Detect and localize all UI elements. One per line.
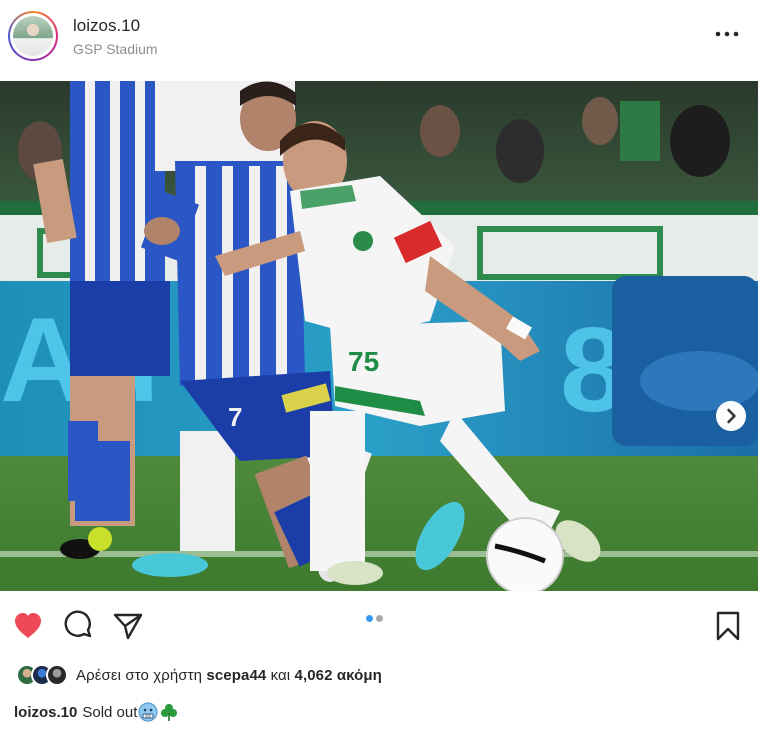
comment-icon[interactable] xyxy=(62,610,94,642)
post-header: loizos.10 GSP Stadium xyxy=(0,0,758,78)
post-location[interactable]: GSP Stadium xyxy=(73,41,158,57)
avatar[interactable] xyxy=(8,11,58,61)
liker-avatar xyxy=(46,664,68,686)
more-horizontal-icon[interactable] xyxy=(712,22,742,46)
cold-face-emoji-icon xyxy=(138,702,158,722)
carousel-indicator xyxy=(366,609,390,622)
football-match-photo: Au 8 7 xyxy=(0,81,758,591)
carousel-dot-active xyxy=(366,615,373,622)
post-username[interactable]: loizos.10 xyxy=(73,16,140,36)
likes-count[interactable]: 4,062 ακόμη xyxy=(295,667,382,684)
caption-username[interactable]: loizos.10 xyxy=(14,704,77,721)
svg-text:7: 7 xyxy=(228,402,242,432)
carousel-dot xyxy=(376,615,383,622)
likes-prefix: Αρέσει στο χρήστη xyxy=(76,666,203,684)
likes-text: Αρέσει στο χρήστη scepa44 και 4,062 ακόμ… xyxy=(76,667,382,684)
likes-connector: και xyxy=(270,666,291,684)
avatar-image xyxy=(13,16,53,56)
post-caption: loizos.10 Sold out xyxy=(14,702,179,722)
heart-filled-icon[interactable] xyxy=(12,610,44,642)
svg-text:75: 75 xyxy=(348,346,379,377)
likes-row[interactable]: Αρέσει στο χρήστη scepa44 και 4,062 ακόμ… xyxy=(16,662,382,688)
caption-text: Sold out xyxy=(82,703,138,721)
post-photo[interactable]: Au 8 7 xyxy=(0,81,758,591)
shamrock-icon xyxy=(161,704,178,721)
paper-plane-icon[interactable] xyxy=(112,610,144,642)
bookmark-icon[interactable] xyxy=(712,610,744,642)
liker-username[interactable]: scepa44 xyxy=(206,667,266,684)
chevron-right-icon[interactable] xyxy=(716,401,746,431)
